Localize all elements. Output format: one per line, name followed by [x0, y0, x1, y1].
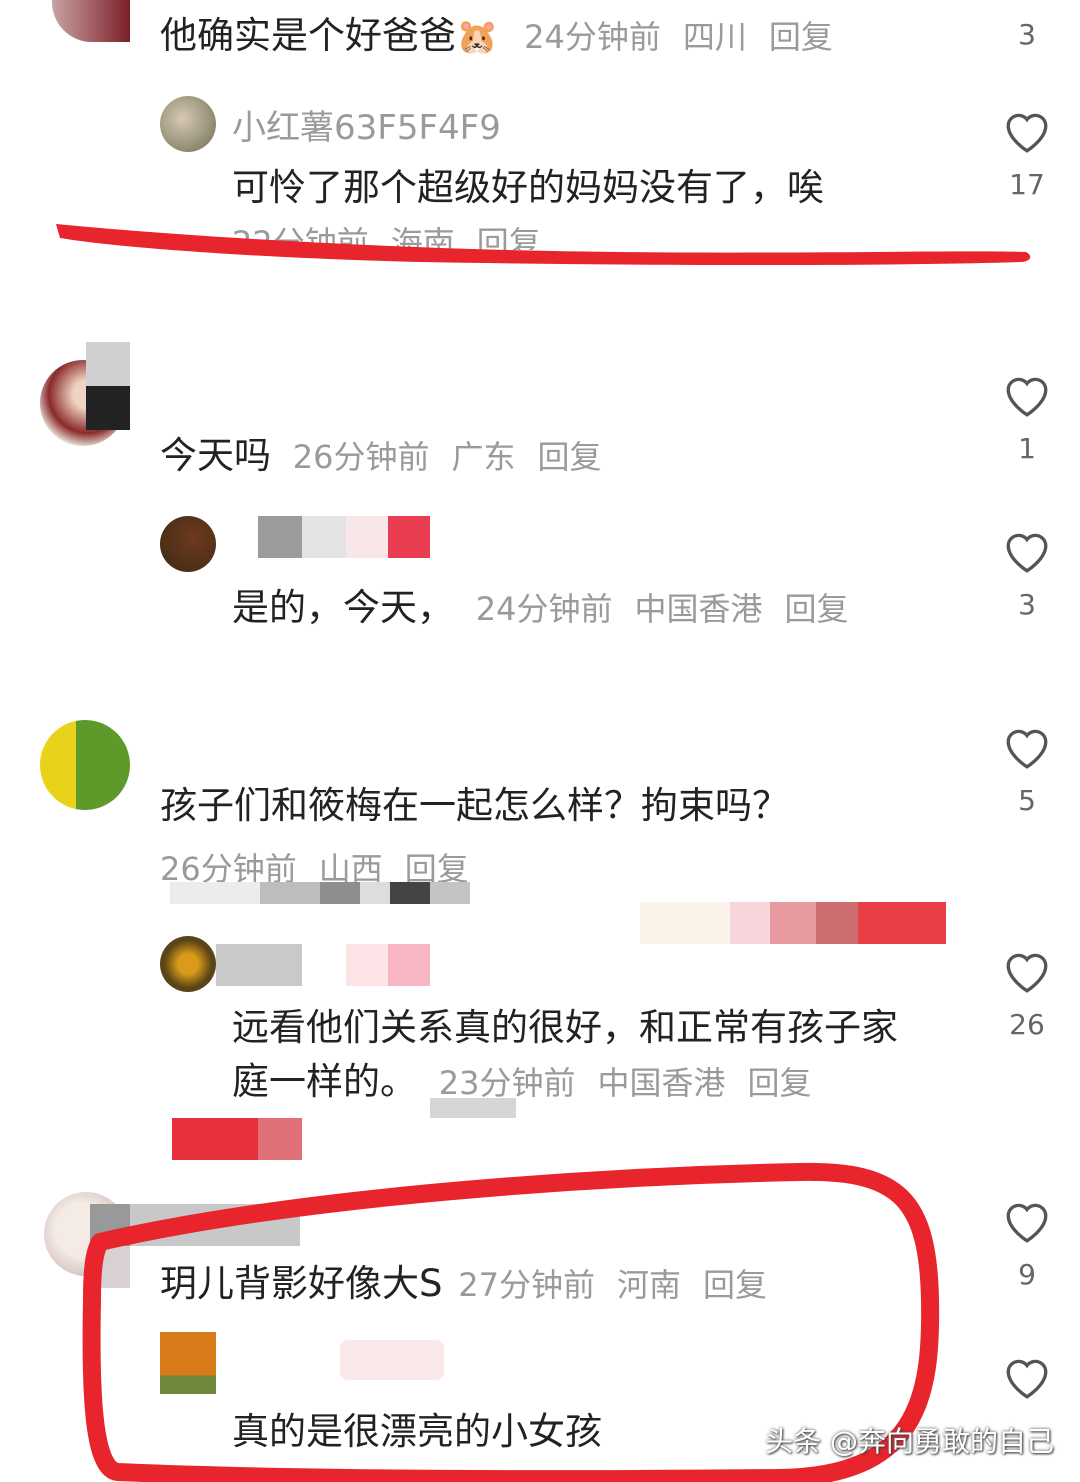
reply-button[interactable]: 回复: [748, 1064, 812, 1102]
region: 广东: [451, 438, 516, 476]
heart-outline-icon: [1006, 953, 1048, 993]
comment-text: 是的，今天， 24分钟前 中国香港 回复: [232, 586, 849, 629]
comment-text-line1: 远看他们关系真的很好，和正常有孩子家: [232, 1006, 898, 1049]
like-count: 1: [1018, 432, 1036, 465]
region: 中国香港: [597, 1064, 726, 1102]
comment-text-line2: 庭一样的。 23分钟前 中国香港 回复: [232, 1060, 812, 1103]
reply-button[interactable]: 回复: [769, 18, 833, 56]
time: 27分钟前: [458, 1266, 595, 1304]
heart-outline-icon: [1006, 113, 1048, 153]
reply-button[interactable]: 回复: [538, 438, 602, 476]
region: 中国香港: [634, 590, 763, 628]
avatar[interactable]: [160, 516, 216, 572]
time: 24分钟前: [475, 590, 613, 628]
comment-text: 可怜了那个超级好的妈妈没有了，唉: [232, 166, 824, 209]
avatar[interactable]: [160, 1332, 216, 1394]
comment-meta: 26分钟前 广东 回复: [293, 438, 602, 476]
region: 海南: [390, 224, 455, 250]
heart-outline-icon: [1006, 377, 1048, 417]
comment-text: 真的是很漂亮的小女孩: [232, 1410, 602, 1453]
like-button[interactable]: 3: [1000, 528, 1054, 621]
heart-outline-icon: [1006, 1203, 1048, 1243]
blurred-banner: [640, 902, 946, 944]
blurred-username: [216, 944, 430, 986]
reply-button[interactable]: 回复: [703, 1266, 767, 1304]
like-button[interactable]: 5: [1000, 724, 1054, 817]
like-button[interactable]: 9: [1000, 1198, 1054, 1291]
blurred-block: [430, 1098, 516, 1118]
comment-meta: 23分钟前 中国香港 回复: [439, 1064, 812, 1102]
time: 26分钟前: [292, 438, 430, 476]
time: 22分钟前: [232, 224, 369, 250]
like-count: 17: [1009, 168, 1045, 201]
like-count: 9: [1018, 1258, 1036, 1291]
comment-meta: 24分钟前 四川 回复: [524, 18, 833, 56]
heart-outline-icon: [1006, 1359, 1048, 1399]
blurred-username: [340, 1340, 444, 1380]
reply-button[interactable]: 回复: [785, 590, 849, 628]
comment-text: 今天吗 26分钟前 广东 回复: [160, 434, 602, 477]
red-underline-stroke: [56, 224, 1031, 265]
like-count: 3: [1018, 18, 1036, 51]
time: 24分钟前: [524, 18, 661, 56]
like-button[interactable]: 26: [1000, 948, 1054, 1041]
like-count: 5: [1018, 784, 1036, 817]
blurred-username: [258, 516, 430, 558]
heart-outline-icon: [1006, 729, 1048, 769]
heart-outline-icon: [1006, 533, 1048, 573]
reply-button[interactable]: 回复: [477, 224, 541, 250]
comment-meta: 24分钟前 中国香港 回复: [476, 590, 849, 628]
blurred-username: [86, 342, 130, 430]
comment-meta: 27分钟前 河南 回复: [458, 1266, 767, 1304]
comment-meta: 22分钟前 海南 回复: [232, 224, 541, 250]
like-button[interactable]: 1: [1000, 372, 1054, 465]
region: 河南: [617, 1266, 682, 1304]
avatar[interactable]: [40, 720, 130, 810]
avatar[interactable]: [160, 96, 216, 152]
like-counter[interactable]: 3: [1000, 18, 1054, 51]
like-button[interactable]: 17: [1000, 108, 1054, 201]
username[interactable]: 小红薯63F5F4F9: [232, 100, 501, 149]
avatar[interactable]: [160, 936, 216, 992]
like-button[interactable]: [1000, 1354, 1054, 1400]
comment-text: 孩子们和筱梅在一起怎么样？拘束吗？: [160, 784, 789, 827]
blurred-block: [172, 1118, 302, 1160]
avatar[interactable]: [52, 0, 130, 42]
like-count: 26: [1009, 1008, 1045, 1041]
watermark: 头条 @奔向勇敢的自己: [765, 1425, 1054, 1458]
like-count: 3: [1018, 588, 1036, 621]
time: 23分钟前: [438, 1064, 576, 1102]
blurred-username: [170, 882, 470, 904]
region: 四川: [682, 18, 747, 56]
emoji-icon: 🐹: [456, 17, 499, 57]
comment-text: 他确实是个好爸爸🐹 24分钟前 四川 回复: [160, 14, 833, 57]
comment-text: 玥儿背影好像大S 27分钟前 河南 回复: [160, 1262, 768, 1305]
